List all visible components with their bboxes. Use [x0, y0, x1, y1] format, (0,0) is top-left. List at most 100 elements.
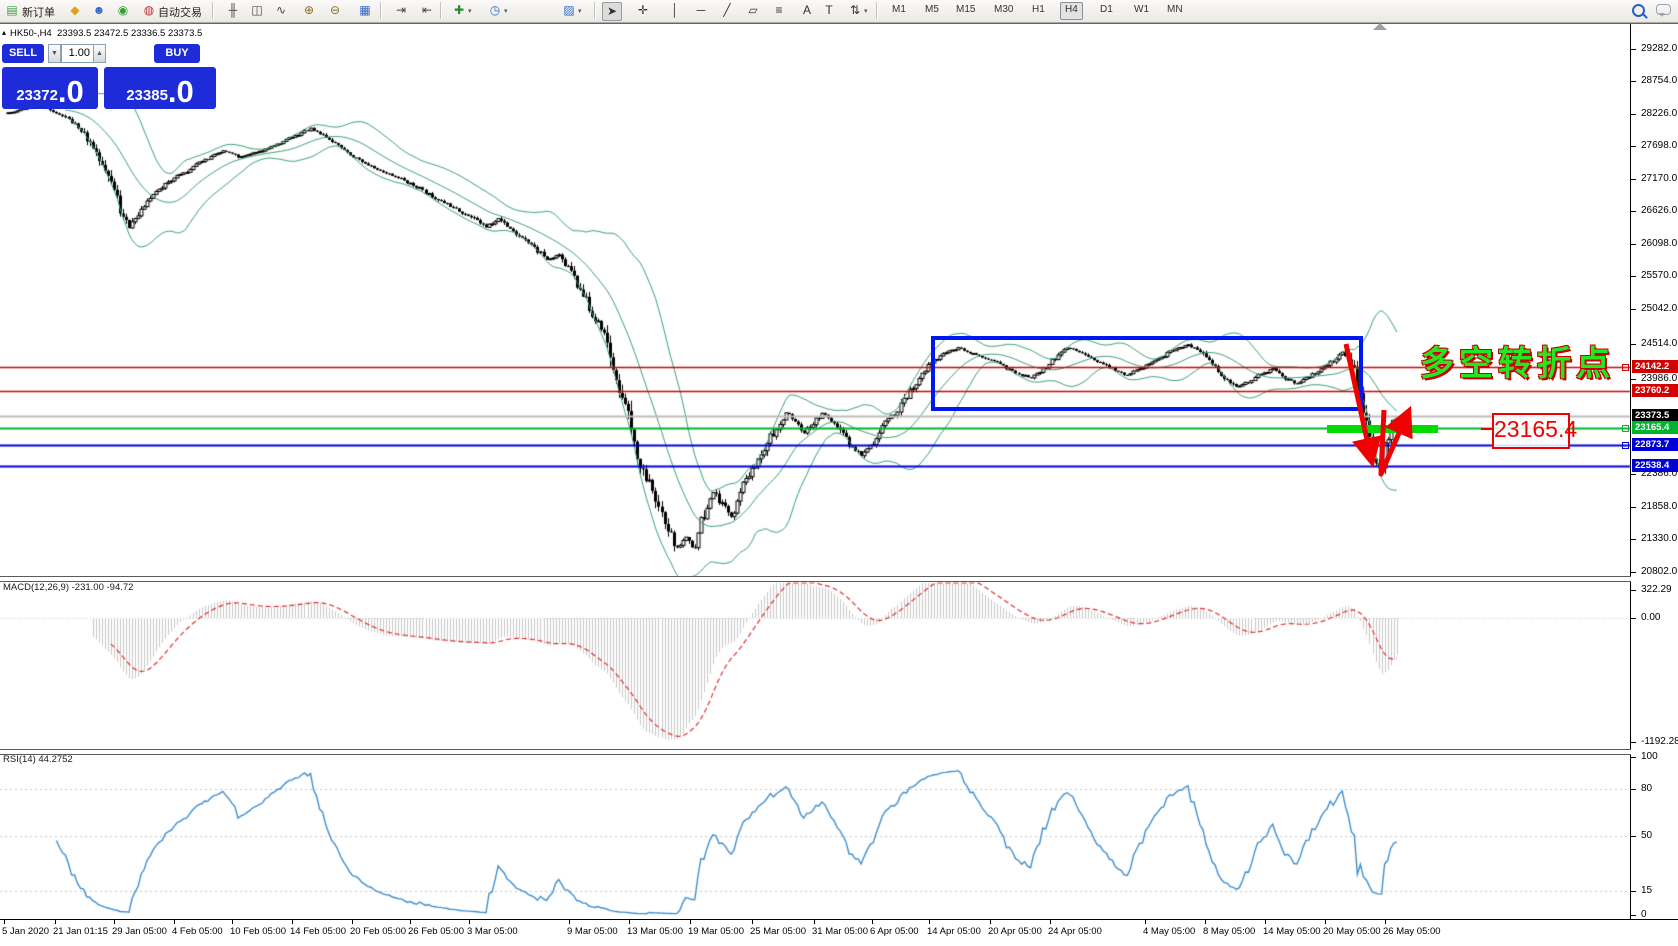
time-tick — [410, 920, 411, 924]
time-tick — [1145, 920, 1146, 924]
periods-dropdown-icon[interactable]: ▾ — [504, 7, 508, 15]
time-tick-label: 13 Mar 05:00 — [627, 926, 683, 937]
text-label-icon[interactable]: T — [820, 2, 838, 19]
macd-panel-divider[interactable] — [0, 576, 1678, 582]
price-callout-label[interactable]: 23165.4 — [1492, 413, 1577, 449]
price-level-badge: 23165.4 — [1632, 421, 1678, 434]
toolbar-separator — [380, 2, 382, 19]
horizontal-line-icon[interactable]: ─ — [692, 2, 710, 19]
price-chart-canvas[interactable] — [0, 0, 1678, 946]
timeframe-button-m1[interactable]: M1 — [888, 2, 910, 18]
toolbar-separator — [212, 2, 214, 19]
price-tick — [1631, 572, 1636, 573]
time-axis[interactable]: 5 Jan 2020 21 Jan 01:15 29 Jan 05:00 4 Feb … — [0, 919, 1678, 946]
bar-chart-icon[interactable]: ╫ — [224, 2, 242, 19]
macd-label: MACD(12,26,9) -231.00 -94.72 — [3, 582, 134, 593]
line-chart-icon[interactable]: ∿ — [272, 2, 290, 19]
price-tick — [1631, 344, 1636, 345]
price-tick-label: 20802.0 — [1641, 566, 1678, 577]
toolbar-separator — [594, 2, 596, 19]
navigator-icon[interactable]: ◉ — [114, 2, 132, 19]
price-tick-label: 24514.0 — [1641, 338, 1678, 349]
chat-icon[interactable] — [1656, 4, 1671, 17]
collapse-triangle-icon[interactable] — [1373, 23, 1387, 30]
tile-windows-icon[interactable]: ▦ — [356, 2, 374, 19]
buy-button[interactable]: BUY — [154, 44, 200, 63]
price-tick-label: 28754.0 — [1641, 75, 1678, 86]
zoom-in-icon[interactable]: ⊕ — [300, 2, 318, 19]
timeframe-button-m30[interactable]: M30 — [990, 2, 1017, 18]
equidistant-channel-icon[interactable]: ▱ — [744, 2, 762, 19]
rsi-panel-divider[interactable] — [0, 749, 1678, 755]
arrows-icon[interactable]: ⇅ — [846, 2, 864, 19]
vertical-line-icon[interactable]: │ — [666, 2, 684, 19]
auto-trading-icon[interactable]: ◍ — [140, 2, 158, 19]
volume-input[interactable]: 1.00 — [61, 44, 94, 63]
search-icon[interactable] — [1632, 4, 1645, 17]
timeframe-button-d1[interactable]: D1 — [1096, 2, 1117, 18]
time-tick-label: 21 Jan 01:15 — [53, 926, 108, 937]
templates-icon[interactable]: ▨ — [560, 2, 578, 19]
price-tick — [1631, 49, 1636, 50]
chart-shift-icon[interactable]: ⇤ — [418, 2, 436, 19]
auto-scroll-icon[interactable]: ⇥ — [392, 2, 410, 19]
symbol-arrow-icon: ▴ — [2, 28, 7, 37]
line-endpoint-marker[interactable] — [1622, 364, 1629, 371]
consolidation-box-annotation[interactable] — [931, 336, 1363, 411]
line-endpoint-marker[interactable] — [1622, 442, 1629, 449]
buy-price-button[interactable]: 23385.0 — [104, 67, 216, 109]
window-border — [0, 23, 1678, 24]
macd-scale-tick — [1631, 618, 1636, 619]
sell-button[interactable]: SELL — [2, 44, 44, 63]
periods-icon[interactable]: ◷ — [486, 2, 504, 19]
time-tick-label: 24 Apr 05:00 — [1048, 926, 1102, 937]
timeframe-button-mn[interactable]: MN — [1163, 2, 1187, 18]
sell-price-main: 23372 — [16, 87, 58, 104]
time-tick-label: 5 Jan 2020 — [2, 926, 50, 937]
time-tick — [55, 920, 56, 924]
price-tick-label: 26098.0 — [1641, 238, 1678, 249]
time-tick — [114, 920, 115, 924]
time-tick — [1265, 920, 1266, 924]
timeframe-button-h4[interactable]: H4 — [1060, 2, 1083, 20]
time-tick-label: 14 Apr 05:00 — [927, 926, 981, 937]
price-tick — [1631, 309, 1636, 310]
text-icon[interactable]: A — [798, 2, 816, 19]
templates-dropdown-icon[interactable]: ▾ — [578, 7, 582, 15]
time-tick — [752, 920, 753, 924]
new-order-icon[interactable]: ▤ — [3, 2, 21, 19]
line-endpoint-marker[interactable] — [1622, 425, 1629, 432]
rsi-scale-label: 100 — [1641, 751, 1658, 762]
time-tick — [352, 920, 353, 924]
sell-price-button[interactable]: 23372.0 — [2, 67, 98, 109]
price-tick — [1631, 146, 1636, 147]
indicators-icon[interactable]: ✚ — [450, 2, 468, 19]
new-order-label[interactable]: 新订单 — [22, 4, 55, 20]
cursor-icon[interactable]: ➤ — [602, 2, 622, 21]
macd-scale-label: 0.00 — [1641, 612, 1661, 623]
timeframe-button-w1[interactable]: W1 — [1130, 2, 1153, 18]
support-zone-bar-annotation[interactable] — [1327, 425, 1438, 433]
crosshair-icon[interactable]: ✛ — [634, 2, 652, 19]
market-watch-icon[interactable]: ◆ — [66, 2, 84, 19]
timeframe-button-m15[interactable]: M15 — [952, 2, 979, 18]
chart-symbol-period: HK50-,H4 — [10, 28, 52, 39]
timeframe-button-m5[interactable]: M5 — [921, 2, 943, 18]
auto-trading-label[interactable]: 自动交易 — [158, 4, 202, 20]
candlestick-chart-icon[interactable]: ◫ — [248, 2, 266, 19]
time-tick-label: 10 Feb 05:00 — [230, 926, 286, 937]
indicators-dropdown-icon[interactable]: ▾ — [468, 7, 472, 15]
fibonacci-icon[interactable]: ≡ — [770, 2, 788, 19]
data-window-icon[interactable]: ☻ — [90, 2, 108, 19]
timeframe-button-h1[interactable]: H1 — [1028, 2, 1049, 18]
volume-increase-button[interactable]: ▲ — [93, 44, 106, 63]
time-tick-label: 14 May 05:00 — [1263, 926, 1321, 937]
arrows-dropdown-icon[interactable]: ▾ — [864, 7, 868, 15]
volume-decrease-button[interactable]: ▼ — [48, 44, 61, 63]
zoom-out-icon[interactable]: ⊖ — [326, 2, 344, 19]
turning-point-text-annotation[interactable]: 多空转折点 — [1420, 336, 1615, 385]
time-tick-label: 3 Mar 05:00 — [467, 926, 518, 937]
price-axis[interactable]: 29282.0 28754.0 28226.0 27698.0 27170.0 26626… — [1631, 24, 1678, 920]
price-tick — [1631, 507, 1636, 508]
trendline-icon[interactable]: ╱ — [718, 2, 736, 19]
